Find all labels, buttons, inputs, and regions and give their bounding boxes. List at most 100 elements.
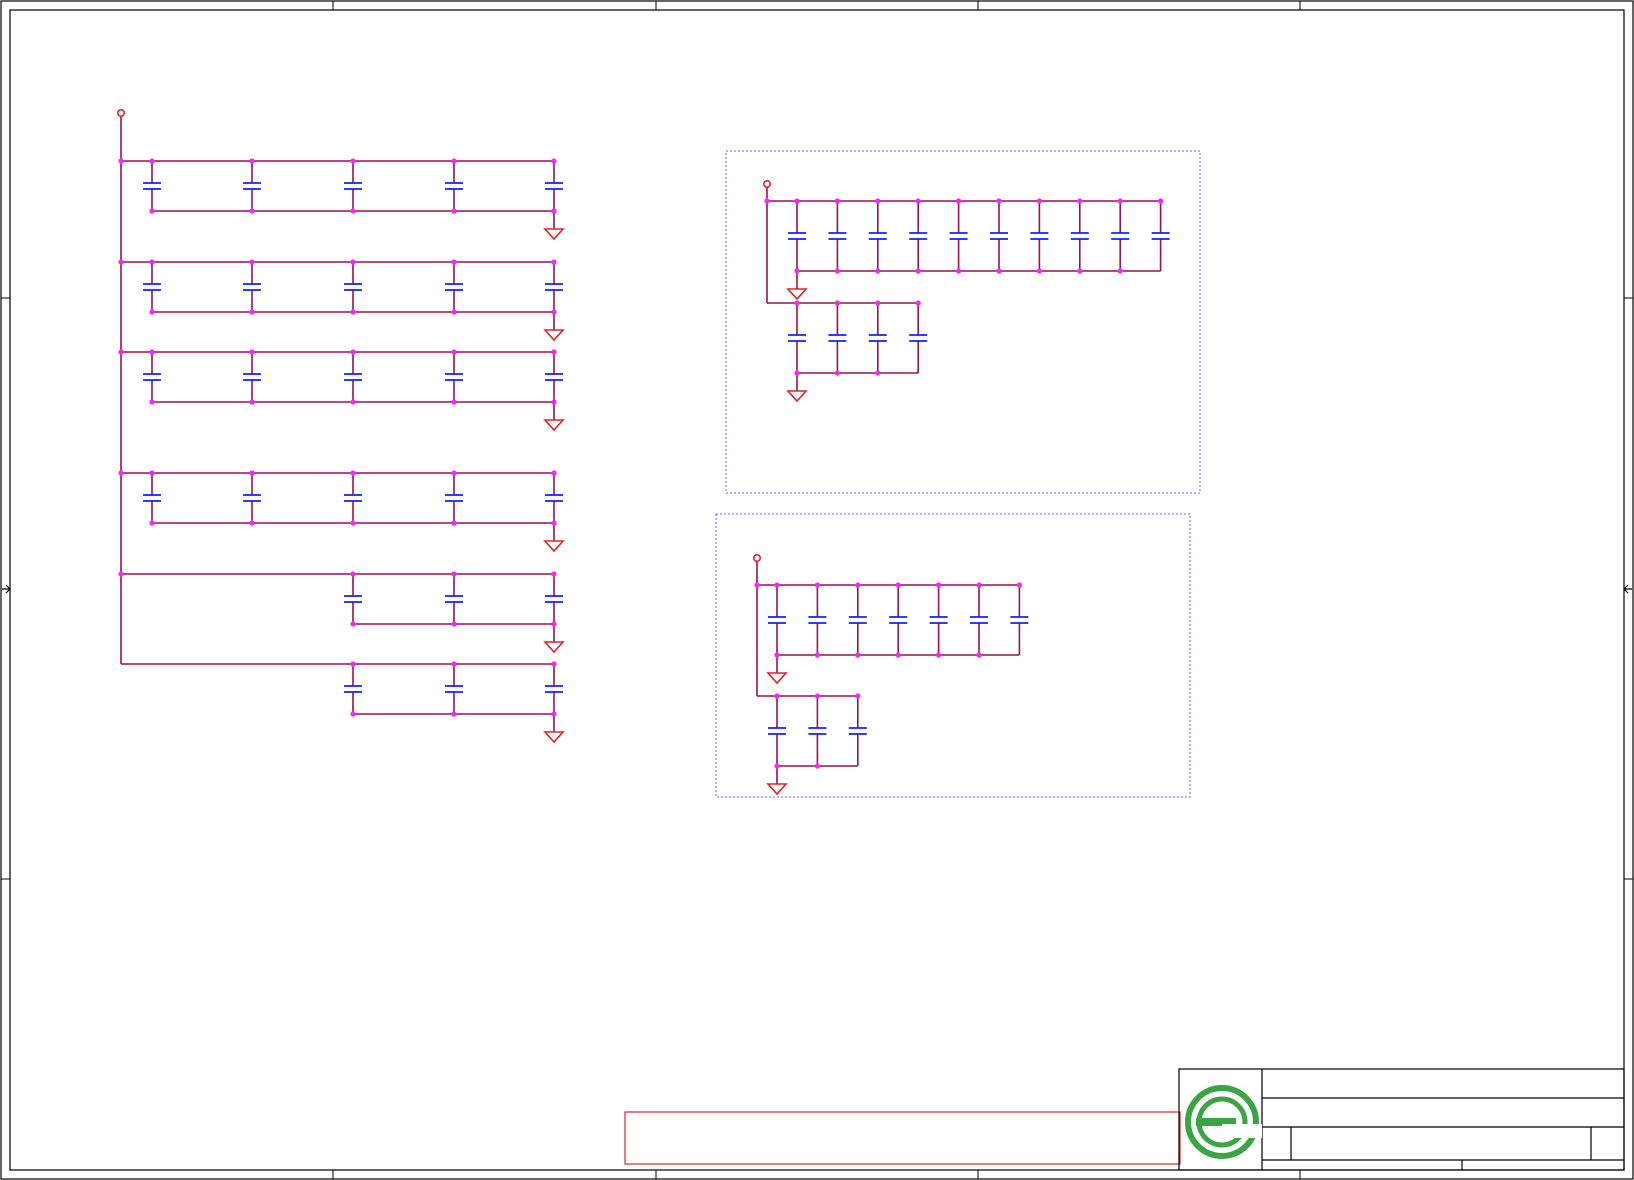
junction-dot (774, 763, 780, 769)
capacitor-icon (344, 262, 362, 312)
junction-dot (551, 621, 557, 627)
junction-dot (814, 693, 821, 699)
junction-dot (149, 259, 155, 265)
junction-dot (895, 652, 901, 658)
capacitor-icon (545, 574, 563, 624)
capacitor-icon (545, 161, 563, 211)
junction-dot (814, 652, 821, 658)
junction-dot (915, 198, 921, 204)
junction-dot (118, 259, 124, 265)
ground-icon (786, 288, 808, 301)
junction-dot (118, 470, 124, 476)
capacitor-icon (445, 664, 463, 714)
capacitor-icon (1111, 201, 1130, 271)
capacitor-icon (868, 201, 887, 271)
capacitor-icon (445, 352, 463, 402)
capacitor-icon (970, 585, 988, 655)
capacitor-layer (143, 161, 1170, 766)
junction-dot (451, 520, 457, 526)
junction-dot (451, 399, 457, 405)
junction-dot (249, 520, 255, 526)
junction-dot (875, 300, 881, 306)
ground-layer (543, 228, 808, 796)
junction-dot (551, 661, 557, 667)
junction-dot (249, 259, 255, 265)
capacitor-icon (243, 161, 261, 211)
capacitor-icon (848, 696, 867, 766)
junction-dot (249, 309, 255, 315)
power-port-icon (752, 553, 761, 562)
junction-dot (350, 349, 356, 355)
junction-dot (350, 158, 356, 164)
junction-dot (996, 268, 1002, 274)
junction-dot (118, 571, 124, 577)
junction-dot (1117, 198, 1123, 204)
junction-dot (350, 399, 356, 405)
junction-dot (936, 652, 942, 658)
junction-dot (1077, 268, 1083, 274)
junction-dot (814, 763, 821, 769)
capacitor-icon (788, 303, 806, 373)
ground-icon (543, 641, 565, 654)
junction-dot (855, 652, 861, 658)
junction-dot (1117, 268, 1123, 274)
capacitor-icon (1030, 201, 1049, 271)
capacitor-icon (243, 473, 261, 523)
capacitor-icon (889, 585, 908, 655)
junction-dot (249, 208, 255, 214)
junction-dot (451, 208, 457, 214)
junction-dot (551, 309, 557, 315)
junction-dot (855, 693, 861, 699)
capacitor-icon (1151, 201, 1170, 271)
capacitor-icon (344, 664, 362, 714)
schematic-sheet (0, 0, 1634, 1180)
junction-layer (118, 158, 1164, 769)
ground-icon (543, 540, 565, 553)
capacitor-icon (445, 262, 463, 312)
junction-dot (249, 399, 255, 405)
wire-layer (120, 116, 1161, 784)
junction-dot (764, 198, 770, 204)
junction-dot (834, 268, 841, 274)
junction-dot (551, 158, 557, 164)
capacitor-icon (828, 201, 847, 271)
junction-dot (976, 582, 982, 588)
junction-dot (774, 582, 780, 588)
junction-dot (834, 300, 841, 306)
ground-icon (766, 672, 788, 685)
junction-dot (451, 259, 457, 265)
junction-dot (754, 582, 760, 588)
junction-dot (875, 370, 881, 376)
capacitor-icon (445, 473, 463, 523)
title-block (1178, 1068, 1625, 1171)
junction-dot (936, 582, 942, 588)
capacitor-icon (990, 201, 1008, 271)
capacitor-icon (445, 574, 463, 624)
junction-dot (249, 158, 255, 164)
capacitor-icon (545, 262, 563, 312)
junction-dot (814, 582, 821, 588)
capacitor-icon (445, 161, 463, 211)
capacitor-icon (768, 696, 786, 766)
ground-icon (786, 390, 808, 403)
junction-dot (834, 198, 841, 204)
junction-dot (875, 198, 881, 204)
capacitor-icon (344, 352, 362, 402)
junction-dot (834, 370, 841, 376)
junction-dot (451, 470, 457, 476)
junction-dot (350, 470, 356, 476)
junction-dot (1158, 198, 1164, 204)
ground-icon (543, 419, 565, 432)
capacitor-icon (868, 303, 887, 373)
junction-dot (996, 198, 1002, 204)
junction-dot (118, 158, 124, 164)
ground-icon (543, 329, 565, 342)
junction-dot (1077, 198, 1083, 204)
capacitor-icon (344, 161, 362, 211)
junction-dot (1016, 582, 1023, 588)
capacitor-icon (143, 161, 161, 211)
ground-icon (766, 783, 788, 796)
junction-dot (451, 309, 457, 315)
capacitor-icon (788, 201, 806, 271)
junction-dot (149, 470, 155, 476)
